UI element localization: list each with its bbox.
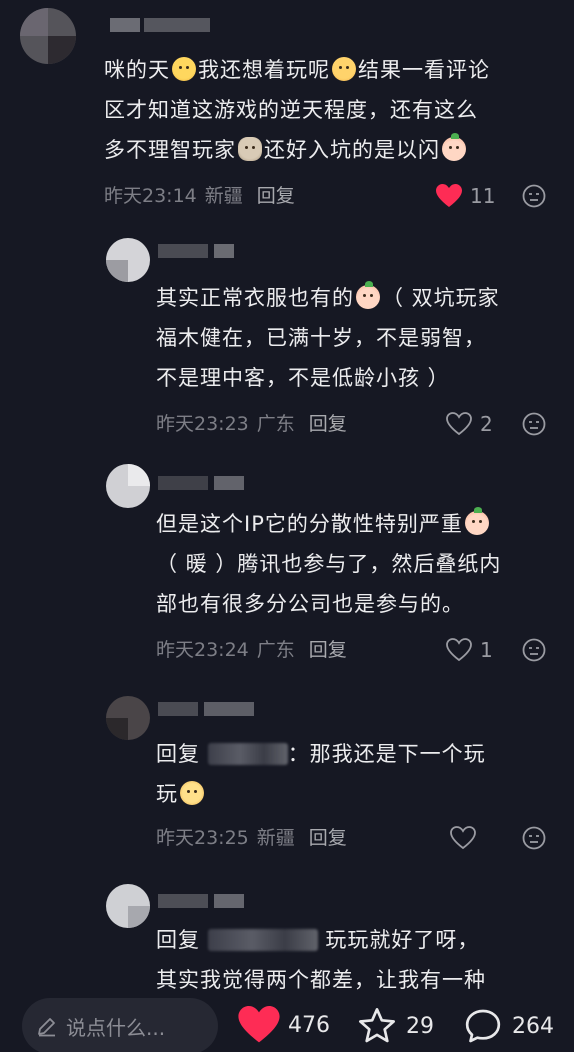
bottom-action-bar: 说点什么... 476 29 264: [0, 992, 574, 1052]
comment-meta: 昨天23:14 新疆 回复: [104, 182, 295, 210]
comment-time: 昨天23:23: [156, 413, 249, 435]
comment-location: 新疆: [204, 185, 243, 207]
like-count: 11: [470, 184, 496, 208]
reply-item: 回复 ：那我还是下一个玩 玩 昨天23:25 新疆 回复: [0, 688, 574, 868]
favorite-action[interactable]: 29: [356, 1006, 434, 1046]
avatar[interactable]: [106, 238, 150, 282]
like-button[interactable]: 1: [446, 636, 493, 664]
peach-face-emoji: [356, 281, 380, 309]
comment-meta: 昨天23:24 广东 回复: [156, 636, 347, 664]
dislike-face-icon[interactable]: [522, 826, 546, 850]
reply-prefix: 回复: [156, 928, 200, 952]
username-blurred[interactable]: [158, 894, 248, 912]
comment-time: 昨天23:14: [104, 185, 197, 207]
reply-prefix: 回复: [156, 742, 200, 766]
comment-meta: 昨天23:25 新疆 回复: [156, 824, 347, 852]
dislike-face-icon[interactable]: [522, 638, 546, 662]
pencil-icon: [38, 1018, 55, 1037]
comment-location: 广东: [256, 413, 295, 435]
username-blurred[interactable]: [158, 244, 238, 262]
star-outline-icon: [359, 1008, 395, 1043]
username-blurred[interactable]: [158, 476, 244, 494]
dislike-face-icon[interactable]: [522, 184, 546, 208]
reply-button[interactable]: 回复: [309, 413, 347, 435]
heart-filled-icon: [238, 1006, 280, 1043]
username-blurred[interactable]: [110, 18, 210, 36]
avatar[interactable]: [20, 8, 76, 64]
comment-count: 264: [512, 1013, 554, 1039]
reply-item: 但是这个IP它的分散性特别严重 （ 暖 ）腾讯也参与了，然后叠纸内 部也有很多分…: [0, 456, 574, 676]
comment-text: 但是这个IP它的分散性特别严重 （ 暖 ）腾讯也参与了，然后叠纸内 部也有很多分…: [156, 507, 502, 616]
comment-text: 咪的天 我还想着玩呢 结果一看评论 区才知道这游戏的逆天程度，还有这么 多不理智玩家…: [104, 57, 490, 162]
reply-button[interactable]: 回复: [309, 639, 347, 661]
like-button[interactable]: 11: [436, 182, 495, 210]
comment-text: 回复 ：那我还是下一个玩 玩: [156, 742, 486, 806]
like-button[interactable]: 2: [446, 410, 493, 438]
cat-face-emoji: [238, 137, 262, 161]
peach-face-emoji: [464, 507, 489, 535]
reply-button[interactable]: 回复: [257, 185, 295, 207]
favorite-count: 29: [406, 1013, 434, 1039]
mentioned-user-blurred[interactable]: [207, 929, 318, 951]
avatar[interactable]: [106, 884, 150, 928]
comment-item: 咪的天 我还想着玩呢 结果一看评论 区才知道这游戏的逆天程度，还有这么 多不理智玩家…: [0, 0, 574, 220]
dislike-face-icon[interactable]: [522, 412, 546, 436]
comment-location: 广东: [256, 639, 295, 661]
comment-action[interactable]: 264: [462, 1006, 554, 1046]
like-button[interactable]: [450, 824, 484, 852]
comment-text: 回复 玩玩就好了呀， 其实我觉得两个都差，让我有一种: [156, 928, 486, 992]
avatar[interactable]: [106, 464, 150, 508]
avatar[interactable]: [106, 696, 150, 740]
reply-item: 回复 玩玩就好了呀， 其实我觉得两个都差，让我有一种: [0, 876, 574, 992]
crying-face-emoji: [332, 57, 356, 81]
comment-meta: 昨天23:23 广东 回复: [156, 410, 347, 438]
like-count: 1: [480, 638, 493, 662]
heart-outline-icon: [446, 638, 472, 662]
comment-location: 新疆: [256, 827, 295, 849]
like-count: 476: [288, 1012, 330, 1038]
like-count: 2: [480, 412, 493, 436]
comment-time: 昨天23:24: [156, 639, 249, 661]
heart-outline-icon: [450, 826, 476, 850]
username-blurred[interactable]: [158, 702, 258, 720]
input-placeholder: 说点什么...: [66, 1015, 166, 1040]
like-action[interactable]: 476: [238, 1006, 330, 1044]
heart-filled-icon: [436, 184, 462, 207]
comment-input[interactable]: 说点什么...: [22, 998, 218, 1052]
shocked-face-emoji: [172, 57, 196, 81]
reply-item: 其实正常衣服也有的（ 双坑玩家 福木健在，已满十岁，不是弱智， 不是理中客，不是…: [0, 230, 574, 450]
reply-button[interactable]: 回复: [309, 827, 347, 849]
heart-outline-icon: [446, 412, 472, 436]
dog-face-emoji: [180, 781, 204, 805]
peach-face-emoji: [442, 133, 466, 161]
comment-bubble-icon: [465, 1009, 501, 1043]
comment-text: 其实正常衣服也有的（ 双坑玩家 福木健在，已满十岁，不是弱智， 不是理中客，不是…: [156, 281, 500, 390]
comment-time: 昨天23:25: [156, 827, 249, 849]
mentioned-user-blurred[interactable]: [207, 743, 288, 765]
